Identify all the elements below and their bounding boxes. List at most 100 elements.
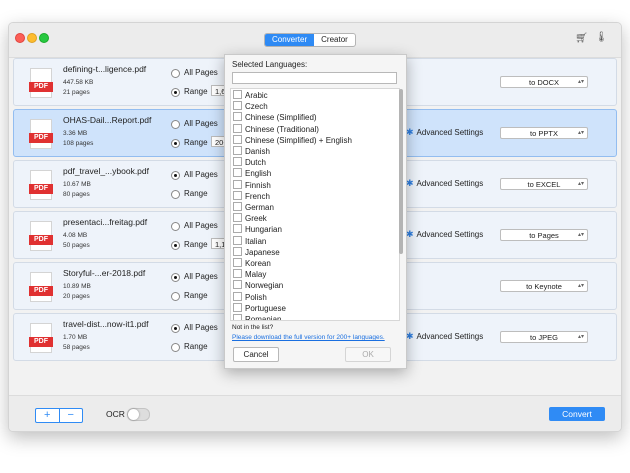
download-full-version-link[interactable]: Please download the full version for 200… [232,334,385,341]
advanced-settings-button[interactable]: ✱ Advanced Settings [406,331,483,342]
language-item[interactable]: Chinese (Simplified) + English [233,134,352,146]
language-item[interactable]: Czech [233,101,268,112]
language-item[interactable]: Hungarian [233,224,282,235]
file-pages: 20 pages [63,293,90,300]
language-checkbox[interactable] [233,101,242,111]
language-item[interactable]: Polish [233,291,267,303]
language-checkbox[interactable] [233,258,242,267]
language-checkbox[interactable] [233,168,242,178]
language-item[interactable]: Chinese (Simplified) [233,112,317,123]
output-format-select[interactable]: to PPTX ▴▾ [500,127,588,139]
gear-icon: ✱ [406,127,414,137]
language-item[interactable]: Norwegian [233,280,283,291]
output-format-select[interactable]: to DOCX ▴▾ [500,76,588,88]
all-pages-radio[interactable] [171,171,180,180]
tab-converter[interactable]: Converter [265,34,315,46]
pdf-tag: PDF [29,286,53,296]
language-checkbox[interactable] [233,90,242,99]
remove-file-button[interactable]: − [60,409,83,422]
language-label: Danish [245,147,270,156]
file-size: 10.67 MB [63,181,91,188]
language-checkbox[interactable] [233,157,242,167]
pdf-file-icon: PDF [29,170,53,200]
output-format-select[interactable]: to JPEG ▴▾ [500,331,588,343]
language-item[interactable]: English [233,168,271,179]
all-pages-radio[interactable] [171,120,180,129]
range-radio[interactable] [171,88,180,97]
range-label: Range [184,138,208,147]
advanced-settings-button[interactable]: ✱ Advanced Settings [406,127,483,138]
language-item[interactable]: Finnish [233,179,271,191]
scrollbar-thumb[interactable] [399,89,403,254]
pdf-file-icon: PDF [29,272,53,302]
range-radio[interactable] [171,190,180,199]
language-checkbox[interactable] [233,246,242,256]
range-radio[interactable] [171,343,180,352]
language-checkbox[interactable] [233,224,242,234]
tab-creator[interactable]: Creator [314,34,355,46]
pdf-tag: PDF [29,133,53,143]
advanced-settings-button[interactable]: ✱ Advanced Settings [406,229,483,240]
range-radio[interactable] [171,139,180,148]
language-scrollbar[interactable] [399,89,403,319]
language-item[interactable]: Danish [233,146,270,157]
range-radio[interactable] [171,241,180,250]
thermometer-icon[interactable]: 🌡︎ [595,32,608,43]
language-checkbox[interactable] [233,213,242,223]
output-format-select[interactable]: to Keynote ▴▾ [500,280,588,292]
pdf-file-icon: PDF [29,119,53,149]
advanced-settings-label: Advanced Settings [416,332,484,341]
cancel-button[interactable]: Cancel [233,347,279,362]
advanced-settings-label: Advanced Settings [416,230,484,239]
language-item[interactable]: Dutch [233,157,266,168]
all-pages-radio[interactable] [171,273,180,282]
language-label: Chinese (Traditional) [245,124,319,134]
range-radio[interactable] [171,292,180,301]
language-checkbox[interactable] [233,235,242,245]
language-search-input[interactable] [232,72,397,84]
ok-button[interactable]: OK [345,347,391,362]
language-checkbox[interactable] [233,134,242,144]
language-item[interactable]: Italian [233,235,266,247]
language-item[interactable]: Romanian [233,314,281,320]
language-item[interactable]: Japanese [233,246,280,258]
language-checkbox[interactable] [233,269,242,279]
add-file-button[interactable]: + [36,409,60,422]
language-checkbox[interactable] [233,314,242,320]
language-checkbox[interactable] [233,280,242,290]
gear-icon: ✱ [406,178,414,188]
all-pages-radio[interactable] [171,69,180,78]
cart-icon[interactable]: 🛒︎ [575,33,588,44]
language-checkbox[interactable] [233,202,242,211]
close-window-button[interactable] [15,33,25,43]
language-item[interactable]: Korean [233,258,271,269]
minimize-window-button[interactable] [27,33,37,43]
advanced-settings-button[interactable]: ✱ Advanced Settings [406,178,483,189]
language-checkbox[interactable] [233,302,242,312]
all-pages-label: All Pages [184,170,218,179]
file-pages: 108 pages [63,140,94,147]
language-item[interactable]: Portuguese [233,302,286,314]
language-checkbox[interactable] [233,190,242,200]
output-format-select[interactable]: to EXCEL ▴▾ [500,178,588,190]
all-pages-radio[interactable] [171,324,180,333]
language-item[interactable]: Arabic [233,90,268,101]
language-item[interactable]: Malay [233,269,266,280]
convert-button[interactable]: Convert [549,407,605,421]
language-label: Czech [245,102,268,112]
language-checkbox[interactable] [233,179,242,189]
language-checkbox[interactable] [233,146,242,155]
language-item[interactable]: Greek [233,213,267,224]
ocr-toggle[interactable] [127,408,150,421]
all-pages-radio[interactable] [171,222,180,231]
language-checkbox[interactable] [233,291,242,301]
language-item[interactable]: German [233,202,274,213]
language-item[interactable]: Chinese (Traditional) [233,123,319,135]
language-popup: Selected Languages: Arabic Czech Chinese (… [224,54,407,369]
language-checkbox[interactable] [233,112,242,122]
zoom-window-button[interactable] [39,33,49,43]
language-checkbox[interactable] [233,123,242,133]
language-item[interactable]: French [233,190,270,202]
output-format-select[interactable]: to Pages ▴▾ [500,229,588,241]
chevron-updown-icon: ▴▾ [577,181,584,187]
